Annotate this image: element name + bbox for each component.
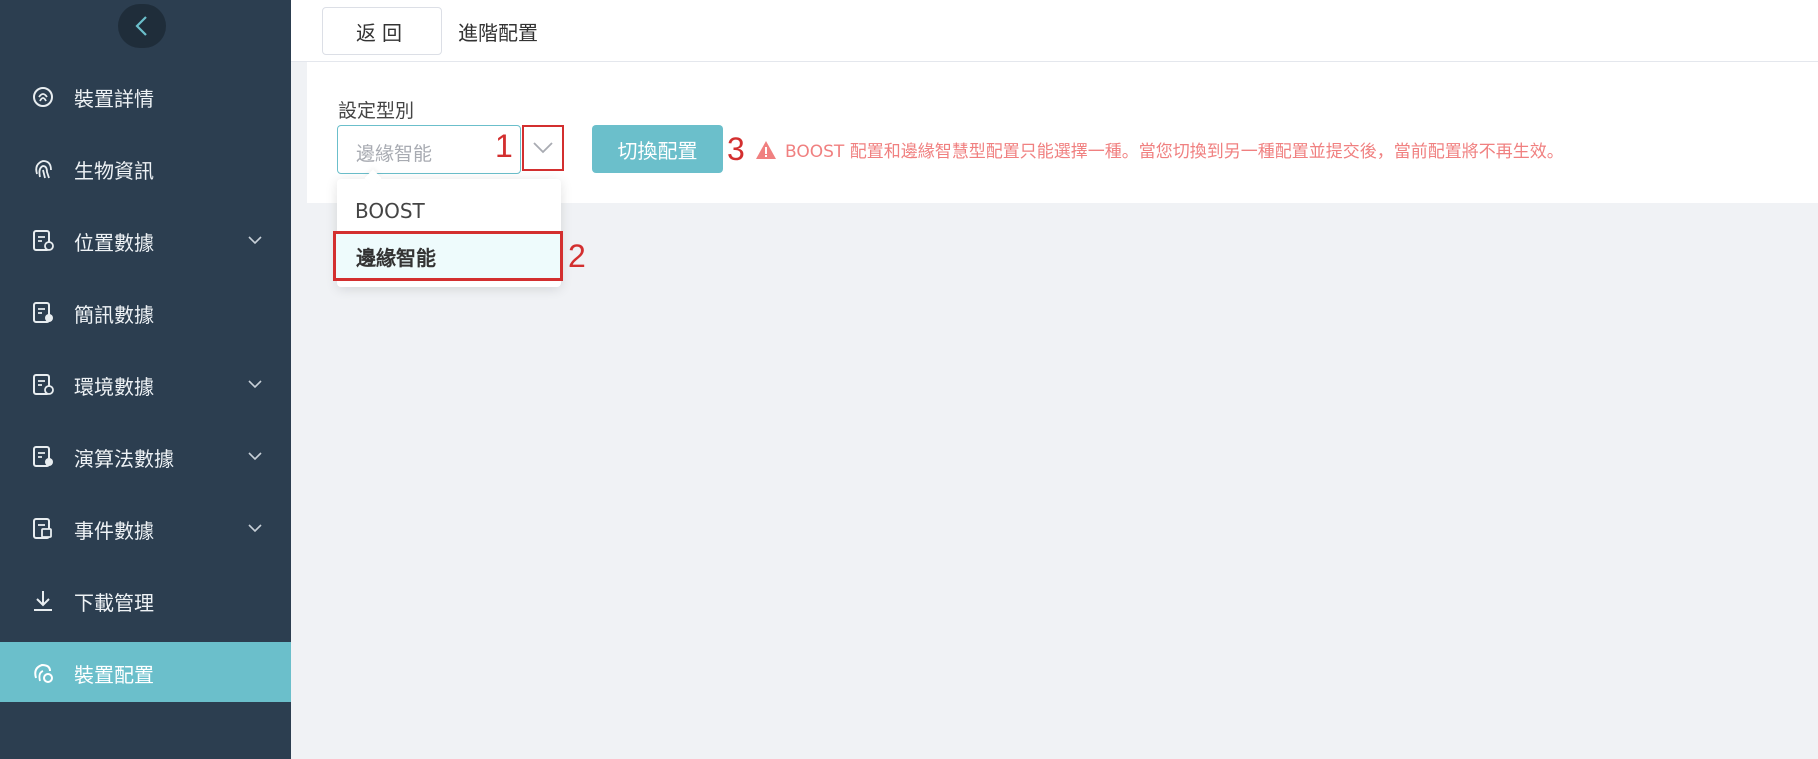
collapse-sidebar-button[interactable]: [118, 4, 166, 48]
document-environment-icon: [30, 372, 56, 398]
chevron-down-icon: [248, 452, 262, 461]
config-warning: BOOST 配置和邊緣智慧型配置只能選擇一種。當您切換到另一種配置並提交後，當前…: [755, 137, 1564, 162]
chevron-down-icon: [248, 380, 262, 389]
chevron-down-icon: [248, 524, 262, 533]
annotation-1: 1: [495, 128, 513, 164]
sidebar-item-label: 裝置配置: [74, 663, 154, 687]
sidebar-item-device-details[interactable]: 裝置詳情: [0, 66, 291, 126]
sidebar: 裝置詳情 生物資訊 位置數據 簡訊數據 環境數據 演算法數據 事件數據 下載管理…: [0, 0, 291, 759]
option-edge-intelligence[interactable]: 邊緣智能: [333, 231, 563, 281]
sidebar-item-device-configuration[interactable]: 裝置配置: [0, 642, 291, 702]
sidebar-item-label: 下載管理: [74, 591, 154, 615]
config-type-select-value: 邊緣智能: [356, 143, 433, 165]
sidebar-item-label: 事件數據: [74, 519, 154, 543]
chevron-down-icon: [248, 236, 262, 245]
sidebar-item-event-data[interactable]: 事件數據: [0, 498, 291, 558]
warning-icon: [756, 140, 776, 159]
config-type-select[interactable]: 邊緣智能: [337, 125, 521, 174]
sidebar-item-environment-data[interactable]: 環境數據: [0, 354, 291, 414]
sidebar-item-label: 簡訊數據: [74, 303, 154, 327]
device-settings-icon: [30, 660, 56, 686]
sidebar-item-label: 位置數據: [74, 231, 154, 255]
sidebar-item-label: 生物資訊: [74, 159, 154, 183]
chevron-down-icon: [533, 142, 553, 154]
annotation-2: 2: [568, 238, 586, 274]
page-header: 返回 進階配置: [291, 0, 1818, 62]
switch-config-button[interactable]: 切換配置: [592, 125, 723, 173]
sidebar-item-sms-data[interactable]: 簡訊數據: [0, 282, 291, 342]
back-button[interactable]: 返回: [322, 7, 442, 55]
annotation-3: 3: [727, 131, 745, 167]
download-icon: [30, 588, 56, 614]
fingerprint-icon: [30, 156, 56, 182]
document-message-icon: [30, 300, 56, 326]
sidebar-item-download-management[interactable]: 下載管理: [0, 570, 291, 630]
select-dropdown-toggle[interactable]: [522, 125, 564, 171]
warning-text: BOOST 配置和邊緣智慧型配置只能選擇一種。當您切換到另一種配置並提交後，當前…: [785, 142, 1564, 162]
sidebar-item-label: 演算法數據: [74, 447, 174, 471]
page-title: 進階配置: [458, 21, 538, 45]
sidebar-item-biometrics[interactable]: 生物資訊: [0, 138, 291, 198]
sidebar-item-location-data[interactable]: 位置數據: [0, 210, 291, 270]
document-algorithm-icon: [30, 444, 56, 470]
fingerprint-chip-icon: [30, 84, 56, 110]
sidebar-item-algorithm-data[interactable]: 演算法數據: [0, 426, 291, 486]
document-location-icon: [30, 228, 56, 254]
option-boost[interactable]: BOOST: [337, 189, 561, 233]
config-type-label: 設定型別: [338, 100, 415, 122]
sidebar-item-label: 裝置詳情: [74, 87, 154, 111]
sidebar-item-label: 環境數據: [74, 375, 154, 399]
config-type-dropdown: BOOST 邊緣智能: [333, 179, 563, 287]
chevron-left-icon: [135, 16, 147, 36]
document-event-icon: [30, 516, 56, 542]
